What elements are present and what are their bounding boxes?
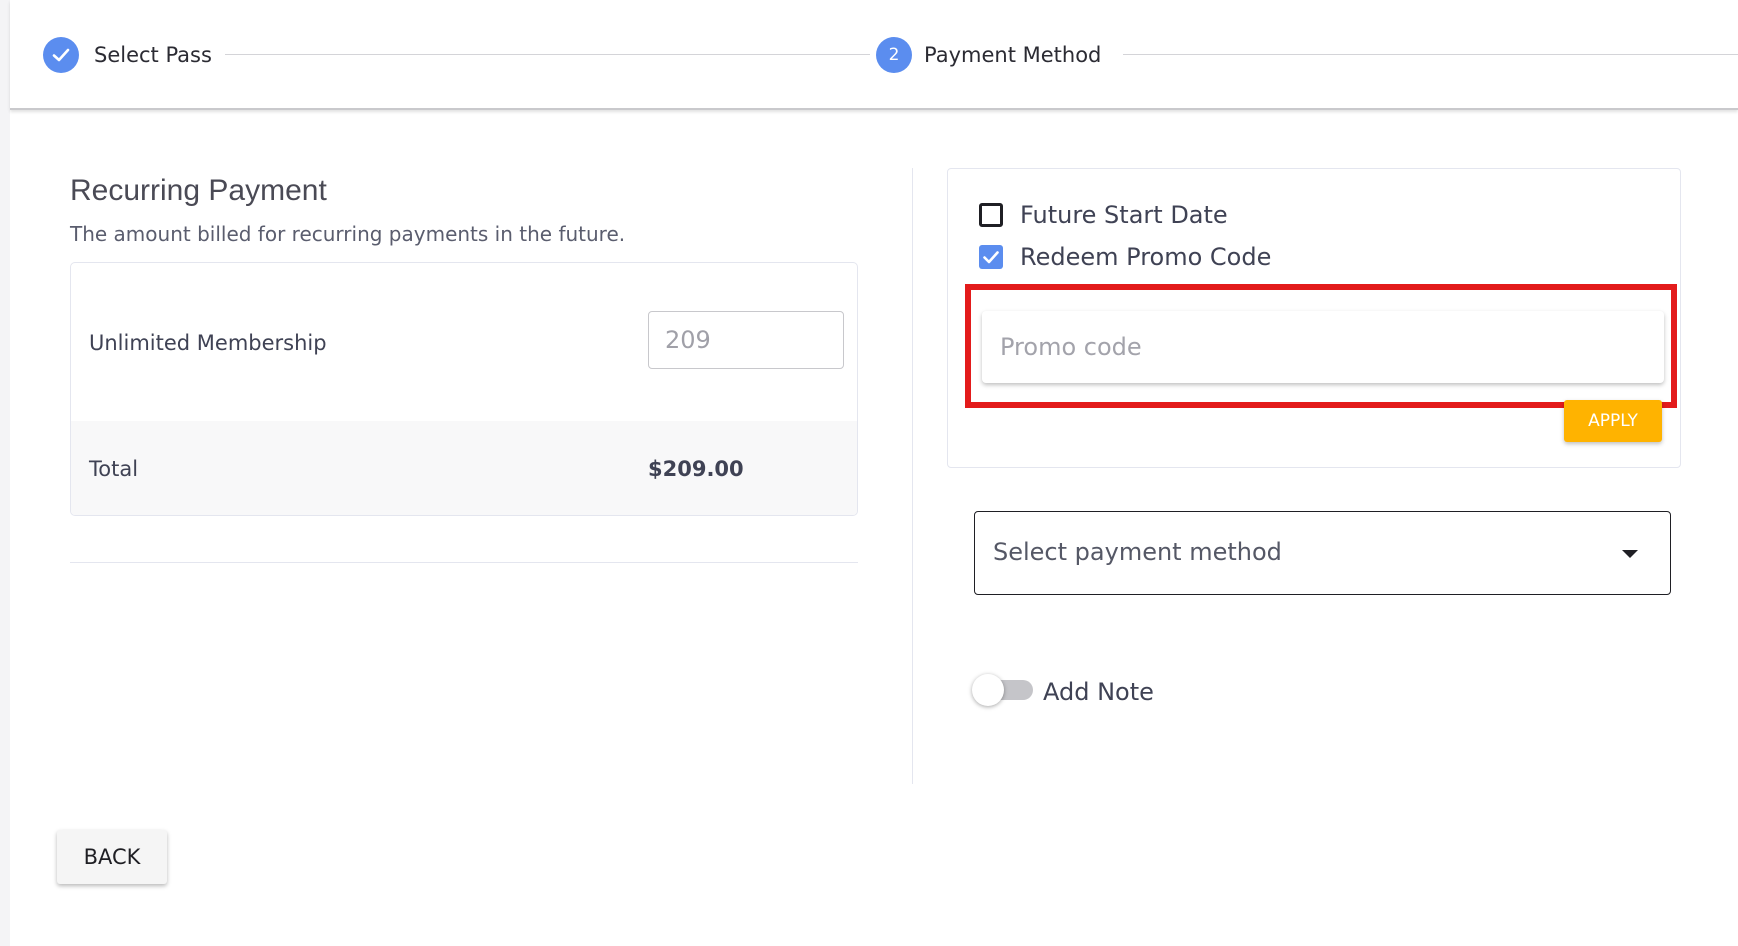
- checkout-card: Select Pass 2 Payment Method Recurring P…: [10, 0, 1738, 946]
- check-icon: [52, 48, 70, 62]
- membership-amount-input[interactable]: [648, 311, 844, 369]
- step-select-pass[interactable]: Select Pass: [94, 41, 212, 69]
- future-start-date-checkbox[interactable]: [979, 203, 1003, 227]
- caret-down-icon: [1622, 550, 1638, 558]
- promo-code-input[interactable]: [982, 311, 1664, 383]
- membership-label: Unlimited Membership: [89, 331, 327, 355]
- recurring-payment-description: The amount billed for recurring payments…: [70, 222, 626, 246]
- back-button[interactable]: BACK: [57, 830, 167, 884]
- step-payment-method[interactable]: Payment Method: [924, 41, 1101, 69]
- column-divider: [912, 168, 913, 784]
- check-icon: [983, 251, 999, 264]
- redeem-promo-checkbox[interactable]: [979, 245, 1003, 269]
- total-label: Total: [89, 457, 139, 481]
- future-start-date-label[interactable]: Future Start Date: [1020, 201, 1228, 229]
- add-note-toggle-thumb[interactable]: [972, 674, 1004, 706]
- step-connector: [225, 54, 870, 55]
- add-note-label[interactable]: Add Note: [1043, 678, 1154, 706]
- step-connector-tail: [1123, 54, 1738, 55]
- step-completed-icon: [43, 37, 79, 73]
- payment-method-placeholder: Select payment method: [993, 538, 1282, 566]
- stepper: Select Pass 2 Payment Method: [10, 0, 1738, 110]
- redeem-promo-label[interactable]: Redeem Promo Code: [1020, 243, 1271, 271]
- total-value: $209.00: [648, 457, 744, 481]
- recurring-summary-table: Unlimited Membership Total $209.00: [70, 262, 858, 516]
- recurring-payment-title: Recurring Payment: [70, 174, 327, 207]
- total-row: Total $209.00: [71, 421, 857, 515]
- left-divider: [70, 562, 858, 563]
- payment-method-select[interactable]: Select payment method: [974, 511, 1671, 595]
- step-number-badge: 2: [876, 37, 912, 73]
- apply-button[interactable]: APPLY: [1564, 400, 1662, 442]
